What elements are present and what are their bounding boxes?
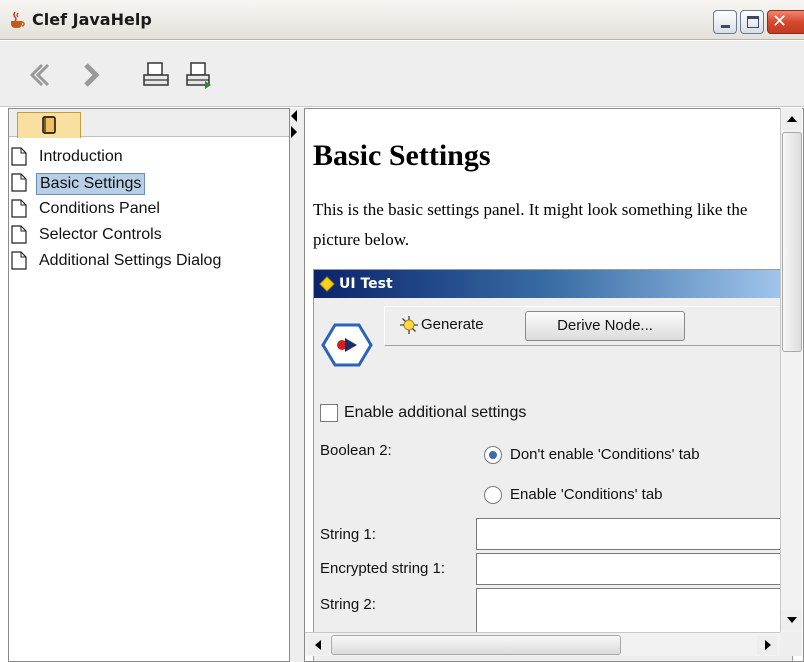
arrow-down-icon	[787, 617, 797, 623]
toc-navigator: Introduction Basic Settings Conditions P…	[8, 108, 290, 662]
arrow-left-icon	[315, 640, 321, 650]
page-title: Basic Settings	[313, 139, 491, 172]
window-title: Clef JavaHelp	[32, 10, 152, 29]
document-icon	[11, 225, 27, 244]
string-2-label: String 2:	[320, 596, 376, 613]
enable-additional-settings-checkbox[interactable]	[320, 404, 338, 422]
tab-contents[interactable]	[17, 112, 81, 138]
close-button[interactable]: ✕	[767, 10, 804, 34]
dialog-title-bar: UI Test	[314, 270, 792, 298]
horizontal-scroll-thumb[interactable]	[331, 635, 621, 655]
collapse-left-icon[interactable]	[291, 110, 297, 122]
vertical-scroll-thumb[interactable]	[782, 132, 802, 352]
string-1-field[interactable]	[476, 518, 792, 550]
toc-list: Introduction Basic Settings Conditions P…	[9, 145, 289, 275]
toc-item-additional-settings-dialog[interactable]: Additional Settings Dialog	[9, 249, 289, 275]
page-setup-icon[interactable]	[183, 59, 215, 91]
dialog-title: UI Test	[339, 276, 393, 292]
document-icon	[11, 173, 27, 192]
minimize-button[interactable]	[713, 10, 737, 34]
print-icon[interactable]	[140, 59, 172, 91]
toc-item-label: Basic Settings	[36, 173, 146, 195]
string-1-label: String 1:	[320, 526, 376, 543]
document-icon	[11, 199, 27, 218]
toc-item-introduction[interactable]: Introduction	[9, 145, 289, 171]
toc-item-label: Additional Settings Dialog	[39, 252, 222, 269]
checkbox-label: Enable additional settings	[344, 404, 527, 421]
navigator-tab-bar	[9, 109, 289, 138]
split-pane-divider[interactable]	[290, 108, 304, 662]
generate-icon	[400, 316, 418, 334]
back-arrow-icon[interactable]	[22, 59, 54, 91]
encrypted-string-1-field[interactable]	[476, 553, 792, 585]
toc-item-selector-controls[interactable]: Selector Controls	[9, 223, 289, 249]
dialog-toolbar: Generate Derive Node...	[384, 306, 792, 346]
node-hexagon-icon	[321, 323, 373, 367]
boolean-2-label: Boolean 2:	[320, 442, 392, 459]
scroll-right-button[interactable]	[757, 635, 777, 655]
toc-item-label: Conditions Panel	[39, 200, 160, 217]
toc-item-conditions-panel[interactable]: Conditions Panel	[9, 197, 289, 223]
scroll-left-button[interactable]	[309, 635, 329, 655]
toc-item-basic-settings[interactable]: Basic Settings	[9, 171, 289, 197]
horizontal-scrollbar[interactable]	[305, 632, 781, 656]
radio-dont-enable-conditions[interactable]	[484, 446, 502, 464]
toolbar	[0, 41, 804, 107]
maximize-button[interactable]	[740, 10, 764, 34]
toc-item-label: Introduction	[39, 148, 123, 165]
page-body-text: This is the basic settings panel. It mig…	[313, 200, 748, 249]
window-title-bar[interactable]: Clef JavaHelp ✕	[0, 0, 804, 40]
diamond-icon	[319, 276, 335, 292]
maximize-icon	[747, 16, 759, 28]
forward-arrow-icon[interactable]	[74, 59, 106, 91]
radio-label: Enable 'Conditions' tab	[510, 486, 663, 503]
close-icon: ✕	[772, 11, 788, 32]
java-cup-icon	[11, 11, 25, 28]
minimize-icon	[721, 25, 730, 28]
document-icon	[11, 147, 27, 166]
encrypted-string-1-label: Encrypted string 1:	[320, 560, 446, 577]
vertical-scrollbar[interactable]	[780, 108, 802, 632]
scroll-up-button[interactable]	[782, 110, 802, 130]
radio-enable-conditions[interactable]	[484, 486, 502, 504]
scrollbar-corner	[780, 632, 802, 656]
expand-right-icon[interactable]	[291, 126, 297, 138]
dialog-screenshot-image: UI Test Generate Derive Node... Enable a…	[313, 269, 793, 661]
toc-item-label: Selector Controls	[39, 226, 162, 243]
generate-label: Generate	[421, 316, 484, 333]
document-icon	[11, 251, 27, 270]
radio-label: Don't enable 'Conditions' tab	[510, 446, 700, 463]
content-viewer: Basic Settings This is the basic setting…	[304, 108, 804, 662]
arrow-up-icon	[787, 116, 797, 122]
arrow-right-icon	[765, 640, 771, 650]
derive-node-button[interactable]: Derive Node...	[525, 311, 685, 341]
scroll-down-button[interactable]	[782, 610, 802, 630]
book-icon	[42, 116, 56, 134]
